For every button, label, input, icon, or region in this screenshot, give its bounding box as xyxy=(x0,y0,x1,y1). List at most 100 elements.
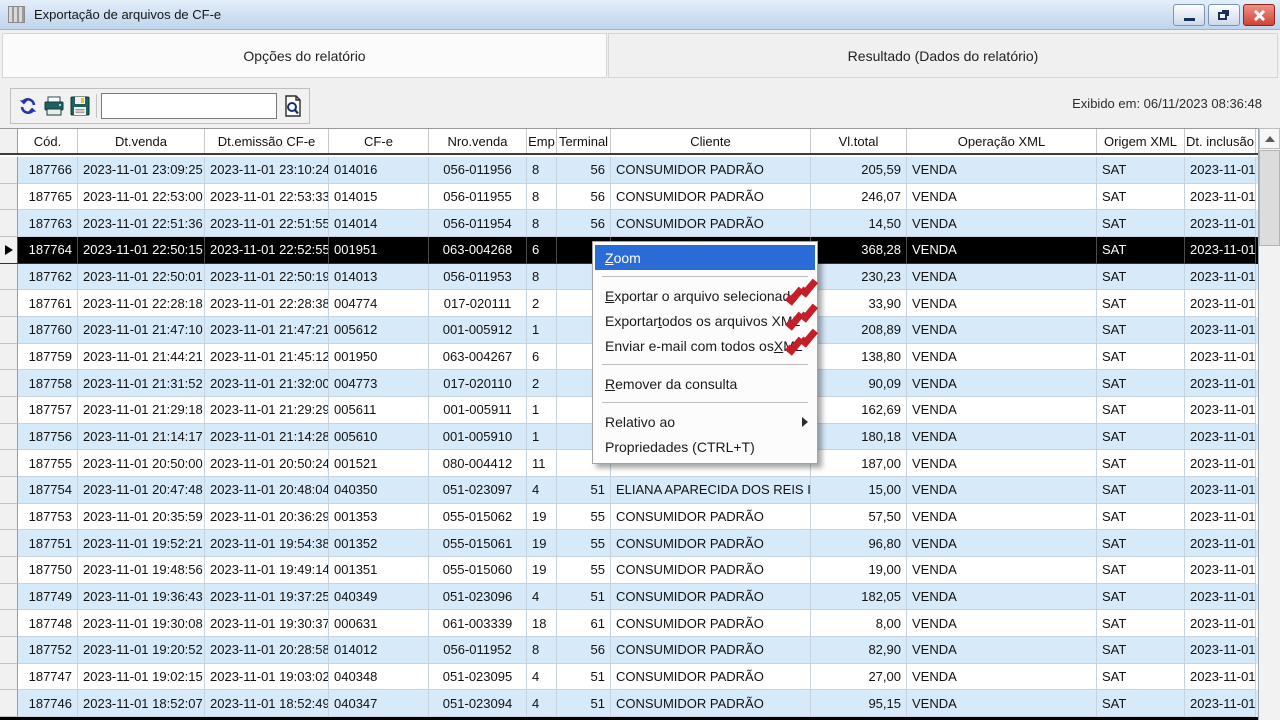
cell-origem: SAT xyxy=(1097,210,1185,237)
cell-terminal: 51 xyxy=(557,664,611,691)
column-header-cfe[interactable]: CF-e xyxy=(329,129,429,153)
cell-operacao: VENDA xyxy=(907,557,1097,584)
search-input[interactable] xyxy=(101,93,277,119)
restore-button[interactable] xyxy=(1208,4,1240,26)
row-gutter-cell xyxy=(0,264,18,291)
column-header-origem[interactable]: Origem XML xyxy=(1097,129,1185,153)
cell-dt_emissao: 2023-11-01 19:03:02 xyxy=(205,664,329,691)
print-button[interactable] xyxy=(42,93,66,119)
menu-item-exportar-o-arquivo-selecionado[interactable]: Exportar o arquivo selecionado xyxy=(593,283,817,308)
cell-vl_total: 90,09 xyxy=(811,370,907,397)
cell-emp: 2 xyxy=(527,290,557,317)
table-row[interactable]: 1877472023-11-01 19:02:152023-11-01 19:0… xyxy=(0,664,1258,691)
table-row[interactable]: 1877652023-11-01 22:53:002023-11-01 22:5… xyxy=(0,184,1258,211)
table-row[interactable]: 1877512023-11-01 19:52:212023-11-01 19:5… xyxy=(0,530,1258,557)
cell-terminal: 56 xyxy=(557,157,611,184)
column-header-operacao[interactable]: Operação XML xyxy=(907,129,1097,153)
cell-origem: SAT xyxy=(1097,477,1185,504)
scroll-up-button[interactable] xyxy=(1259,128,1280,149)
table-row[interactable]: 1877662023-11-01 23:09:252023-11-01 23:1… xyxy=(0,157,1258,184)
cell-cliente: CONSUMIDOR PADRÃO xyxy=(611,610,811,637)
cell-origem: SAT xyxy=(1097,557,1185,584)
table-row[interactable]: 1877522023-11-01 19:20:522023-11-01 20:2… xyxy=(0,637,1258,664)
cell-cod: 187761 xyxy=(18,290,78,317)
row-gutter-cell xyxy=(0,450,18,477)
table-row[interactable]: 1877482023-11-01 19:30:082023-11-01 19:3… xyxy=(0,610,1258,637)
cell-cfe: 040349 xyxy=(329,584,429,611)
cell-dt_emissao: 2023-11-01 22:28:38 xyxy=(205,290,329,317)
row-gutter-cell xyxy=(0,530,18,557)
cell-vl_total: 8,00 xyxy=(811,610,907,637)
row-gutter-cell xyxy=(0,317,18,344)
cell-dt_inclusao: 2023-11-01 xyxy=(1185,237,1256,264)
column-header-terminal[interactable]: Terminal xyxy=(557,129,611,153)
tab-report-options[interactable]: Opções do relatório xyxy=(2,33,607,78)
table-row[interactable]: 1877542023-11-01 20:47:482023-11-01 20:4… xyxy=(0,477,1258,504)
save-icon xyxy=(70,96,90,116)
cell-cfe: 001521 xyxy=(329,450,429,477)
menu-item-exportar-todos-os-arquivos-xml[interactable]: Exportar todos os arquivos XML xyxy=(593,308,817,333)
cell-origem: SAT xyxy=(1097,450,1185,477)
cell-dt_inclusao: 2023-11-01 xyxy=(1185,264,1256,291)
column-header-nro_venda[interactable]: Nro.venda xyxy=(429,129,527,153)
tab-report-result[interactable]: Resultado (Dados do relatório) xyxy=(608,33,1278,78)
cell-cod: 187756 xyxy=(18,424,78,451)
minimize-button[interactable] xyxy=(1173,4,1205,26)
cell-dt_emissao: 2023-11-01 19:54:38 xyxy=(205,530,329,557)
column-header-dt_emissao[interactable]: Dt.emissão CF-e xyxy=(205,129,329,153)
table-row[interactable]: 1877502023-11-01 19:48:562023-11-01 19:4… xyxy=(0,557,1258,584)
cell-terminal: 55 xyxy=(557,504,611,531)
table-row[interactable]: 1877462023-11-01 18:52:072023-11-01 18:5… xyxy=(0,690,1258,717)
close-button[interactable] xyxy=(1243,4,1275,26)
vertical-scrollbar[interactable] xyxy=(1258,128,1280,720)
column-header-dt_inclusao[interactable]: Dt. inclusão xyxy=(1185,129,1256,153)
cell-operacao: VENDA xyxy=(907,450,1097,477)
cell-cfe: 014015 xyxy=(329,184,429,211)
refresh-button[interactable] xyxy=(16,93,40,119)
row-gutter-cell xyxy=(0,184,18,211)
menu-item-zoom[interactable]: Zoom xyxy=(595,245,815,270)
cell-origem: SAT xyxy=(1097,504,1185,531)
menu-item-enviar-e-mail-com-todos-os-xml[interactable]: Enviar e-mail com todos os XML xyxy=(593,333,817,358)
cell-dt_venda: 2023-11-01 22:28:18 xyxy=(78,290,205,317)
cell-vl_total: 82,90 xyxy=(811,637,907,664)
cell-origem: SAT xyxy=(1097,344,1185,371)
restore-icon xyxy=(1218,12,1227,20)
preview-button[interactable] xyxy=(279,92,307,120)
column-header-cod[interactable]: Cód. xyxy=(18,129,78,153)
save-button[interactable] xyxy=(68,93,92,119)
cell-emp: 8 xyxy=(527,157,557,184)
scrollbar-thumb[interactable] xyxy=(1259,150,1280,246)
cell-dt_venda: 2023-11-01 19:02:15 xyxy=(78,664,205,691)
cell-dt_venda: 2023-11-01 23:09:25 xyxy=(78,157,205,184)
cell-emp: 4 xyxy=(527,477,557,504)
cell-operacao: VENDA xyxy=(907,690,1097,717)
table-row[interactable]: 1877632023-11-01 22:51:362023-11-01 22:5… xyxy=(0,210,1258,237)
menu-item-remover-da-consulta[interactable]: Remover da consulta xyxy=(593,371,817,396)
menu-item-relativo-ao[interactable]: Relativo ao xyxy=(593,409,817,434)
cell-nro_venda: 051-023096 xyxy=(429,584,527,611)
cell-cod: 187760 xyxy=(18,317,78,344)
cell-cod: 187763 xyxy=(18,210,78,237)
toolbar-separator xyxy=(96,94,97,118)
column-header-vl_total[interactable]: Vl.total xyxy=(811,129,907,153)
titlebar[interactable]: Exportação de arquivos de CF-e xyxy=(0,0,1280,30)
cell-operacao: VENDA xyxy=(907,610,1097,637)
cell-vl_total: 15,00 xyxy=(811,477,907,504)
cell-dt_inclusao: 2023-11-01 xyxy=(1185,664,1256,691)
menu-separator xyxy=(602,276,808,277)
menu-item-propriedades-ctrl-t[interactable]: Propriedades (CTRL+T) xyxy=(593,434,817,459)
cell-cfe: 040348 xyxy=(329,664,429,691)
row-gutter-cell xyxy=(0,290,18,317)
column-header-dt_venda[interactable]: Dt.venda xyxy=(78,129,205,153)
table-row[interactable]: 1877532023-11-01 20:35:592023-11-01 20:3… xyxy=(0,504,1258,531)
cell-emp: 8 xyxy=(527,210,557,237)
cell-dt_venda: 2023-11-01 22:51:36 xyxy=(78,210,205,237)
column-header-cliente[interactable]: Cliente xyxy=(611,129,811,153)
table-row[interactable]: 1877492023-11-01 19:36:432023-11-01 19:3… xyxy=(0,584,1258,611)
cell-terminal: 56 xyxy=(557,637,611,664)
column-header-emp[interactable]: Emp xyxy=(527,129,557,153)
cell-operacao: VENDA xyxy=(907,584,1097,611)
cell-vl_total: 187,00 xyxy=(811,450,907,477)
cell-cliente: CONSUMIDOR PADRÃO xyxy=(611,184,811,211)
